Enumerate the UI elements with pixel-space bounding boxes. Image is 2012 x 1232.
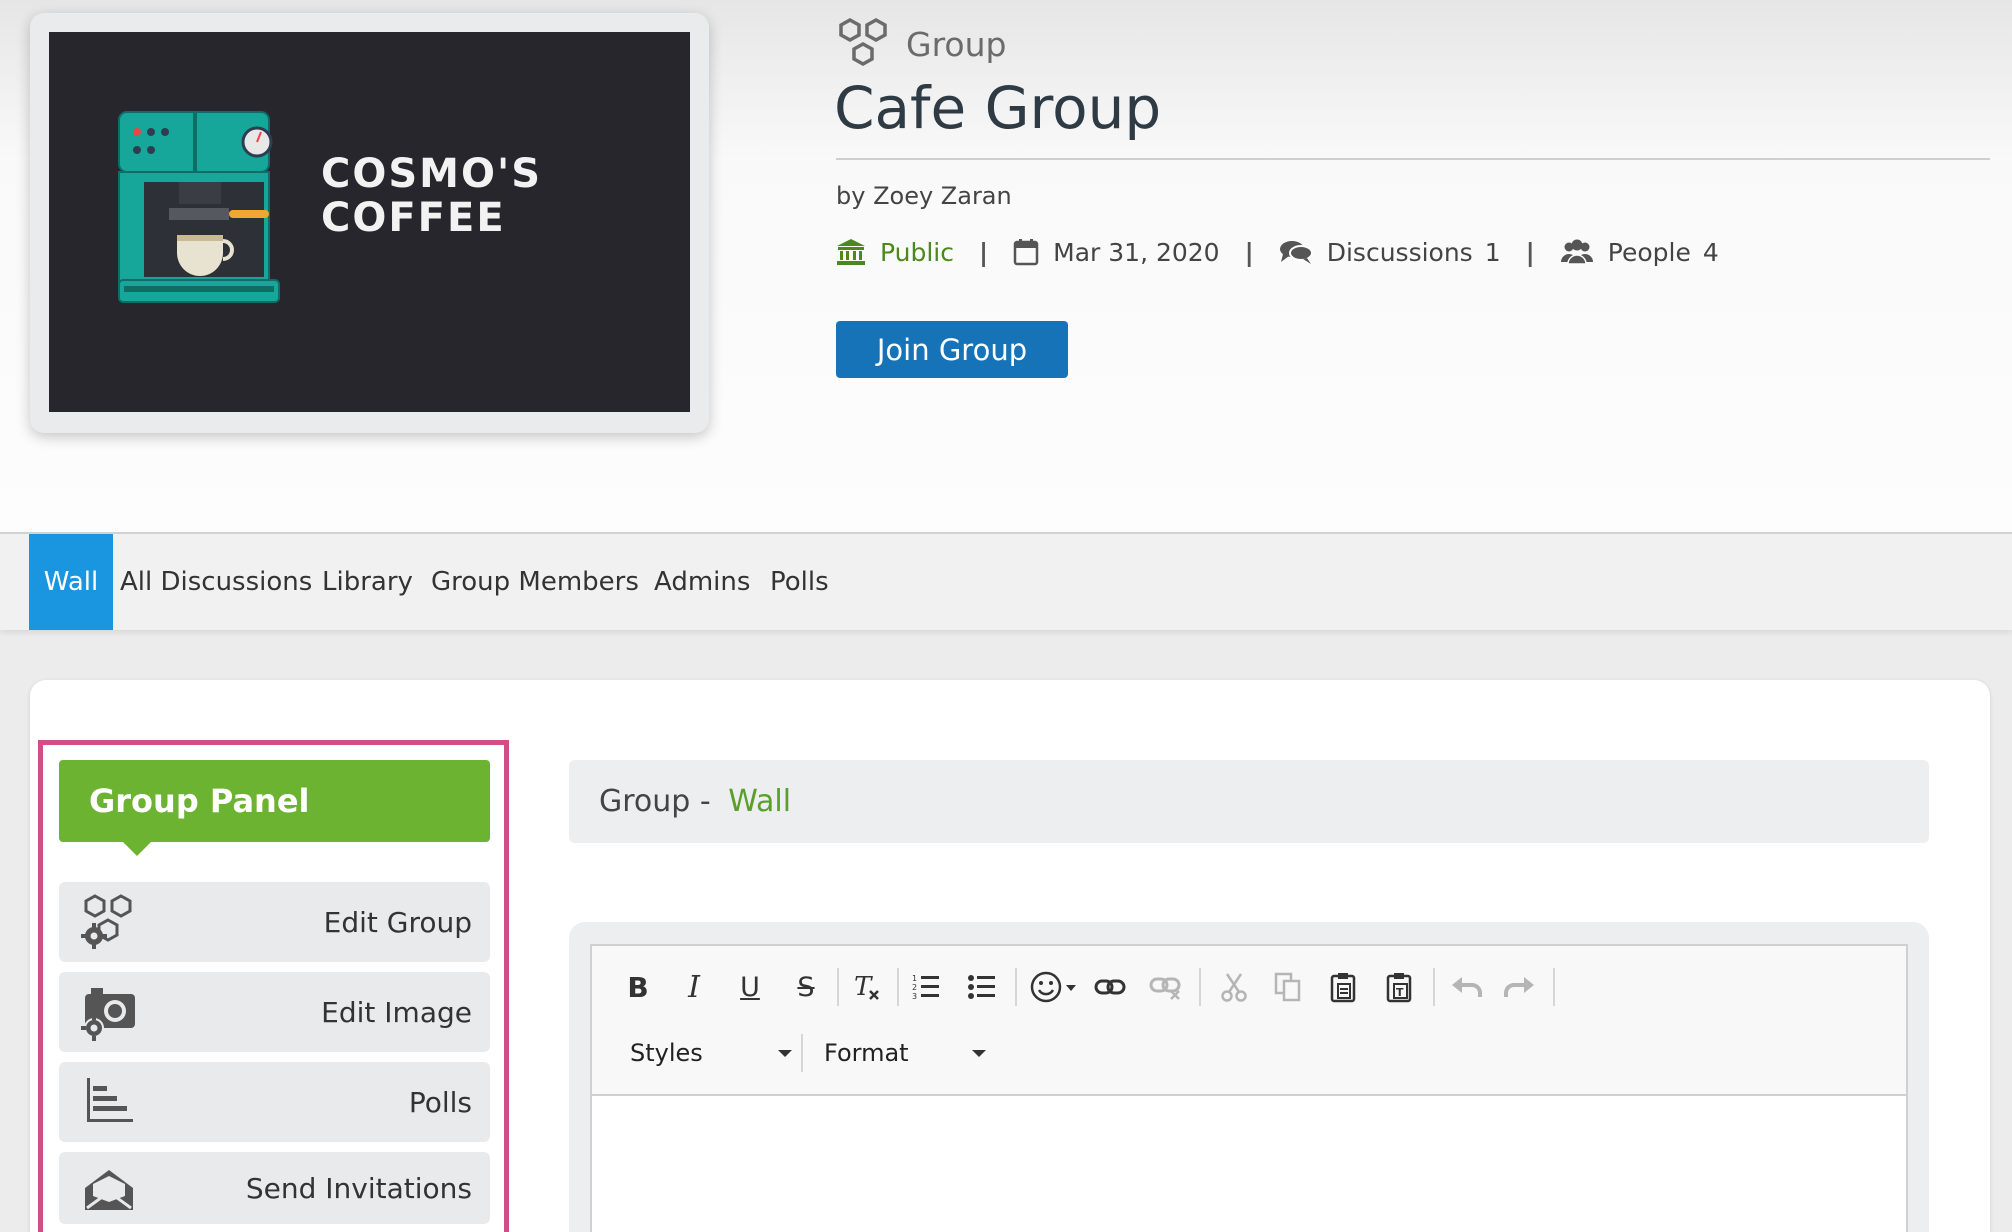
paste-text-icon[interactable]: T [1377,964,1423,1010]
chevron-down-icon [778,1050,792,1057]
page-title: Cafe Group [834,74,1162,142]
people-meta: People 4 [1560,238,1719,267]
panel-item-label: Send Invitations [245,1171,472,1205]
panel-item-label: Edit Group [323,905,472,939]
discussions-meta: Discussions 1 [1279,238,1501,267]
numbered-list-icon[interactable]: 123 [903,964,949,1010]
public-building-icon [837,239,865,265]
tab-group-members[interactable]: Group Members [431,534,639,630]
people-icon [1560,239,1593,265]
toolbar-separator [801,1034,803,1072]
format-dropdown[interactable]: Format [824,1030,986,1076]
redo-icon[interactable] [1497,964,1543,1010]
edit-group-icon [81,894,132,949]
bulleted-list-icon[interactable] [959,964,1005,1010]
cover-brand-text: COSMO'S COFFEE [321,152,542,240]
group-kicker-label: Group [906,24,1007,64]
panel-item-edit-group[interactable]: Edit Group [59,882,490,962]
discussions-label: Discussions [1326,237,1473,267]
panel-item-polls[interactable]: Polls [59,1062,490,1142]
toolbar-separator [1433,968,1435,1006]
group-kicker: Group [836,14,1006,74]
group-meta: Public | Mar 31, 2020 | Discussions 1 | [836,232,1719,272]
cover-brand-line2: COFFEE [321,195,506,241]
meta-separator: | [1525,237,1535,267]
wall-title-bar: Group - Wall [569,760,1929,843]
discussions-icon [1279,241,1313,264]
join-group-button[interactable]: Join Group [836,321,1068,378]
group-hexagons-icon [839,17,887,67]
group-tabs: Wall All Discussions Library Group Membe… [0,532,2012,630]
panel-item-label: Edit Image [321,995,472,1029]
cover-brand-line1: COSMO'S [321,151,543,197]
tab-wall[interactable]: Wall [29,534,113,630]
edit-image-icon [81,988,135,1041]
visibility-label: Public [880,237,954,267]
toolbar-separator [1015,968,1017,1006]
group-author: by Zoey Zaran [836,182,1012,210]
emoji-icon[interactable] [1025,964,1085,1010]
editor-toolbar: B I U S T 123 T Styles Format [592,946,1906,1096]
visibility-meta: Public [836,238,954,267]
svg-text:2: 2 [912,983,917,992]
toolbar-separator [1553,968,1555,1006]
italic-icon[interactable]: I [671,964,717,1010]
meta-separator: | [1244,237,1254,267]
cut-icon[interactable] [1211,964,1257,1010]
toolbar-separator [1199,968,1201,1006]
tab-all-discussions[interactable]: All Discussions [120,534,312,630]
svg-text:3: 3 [912,992,917,1001]
created-date: Mar 31, 2020 [1053,237,1220,267]
polls-bar-chart-icon [87,1078,133,1122]
undo-icon[interactable] [1443,964,1489,1010]
link-icon[interactable] [1087,964,1133,1010]
bold-icon[interactable]: B [615,964,661,1010]
remove-format-icon[interactable]: T [843,964,889,1010]
svg-text:T: T [1396,986,1404,999]
underline-icon[interactable]: U [727,964,773,1010]
envelope-icon [85,1170,133,1210]
group-cover-image: COSMO'S COFFEE [49,32,690,412]
tab-admins[interactable]: Admins [654,534,750,630]
group-cover-card: COSMO'S COFFEE [30,13,709,433]
paste-icon[interactable] [1321,964,1367,1010]
panel-item-label: Polls [408,1085,472,1119]
format-dropdown-label: Format [824,1039,909,1067]
people-label: People [1607,237,1691,267]
unlink-icon[interactable] [1143,964,1189,1010]
date-meta: Mar 31, 2020 [1013,237,1220,267]
panel-item-send-invitations[interactable]: Send Invitations [59,1152,490,1224]
group-panel-title: Group Panel [59,760,490,856]
toolbar-separator [837,968,839,1006]
chevron-down-icon [972,1050,986,1057]
panel-item-edit-image[interactable]: Edit Image [59,972,490,1052]
wall-title-section: Wall [728,784,792,819]
people-count: 4 [1702,237,1719,267]
discussions-count: 1 [1484,237,1501,267]
toolbar-separator [897,968,899,1006]
styles-dropdown-label: Styles [630,1039,703,1067]
svg-text:1: 1 [912,974,917,983]
wall-title-prefix: Group - [599,784,721,819]
tab-library[interactable]: Library [322,534,413,630]
meta-separator: | [979,237,989,267]
styles-dropdown[interactable]: Styles [630,1030,792,1076]
calendar-icon [1013,239,1039,266]
copy-icon[interactable] [1265,964,1311,1010]
title-divider [836,158,1990,160]
wall-post-editor[interactable]: B I U S T 123 T Styles Format [590,944,1908,1232]
strikethrough-icon[interactable]: S [783,964,829,1010]
tab-polls[interactable]: Polls [770,534,829,630]
